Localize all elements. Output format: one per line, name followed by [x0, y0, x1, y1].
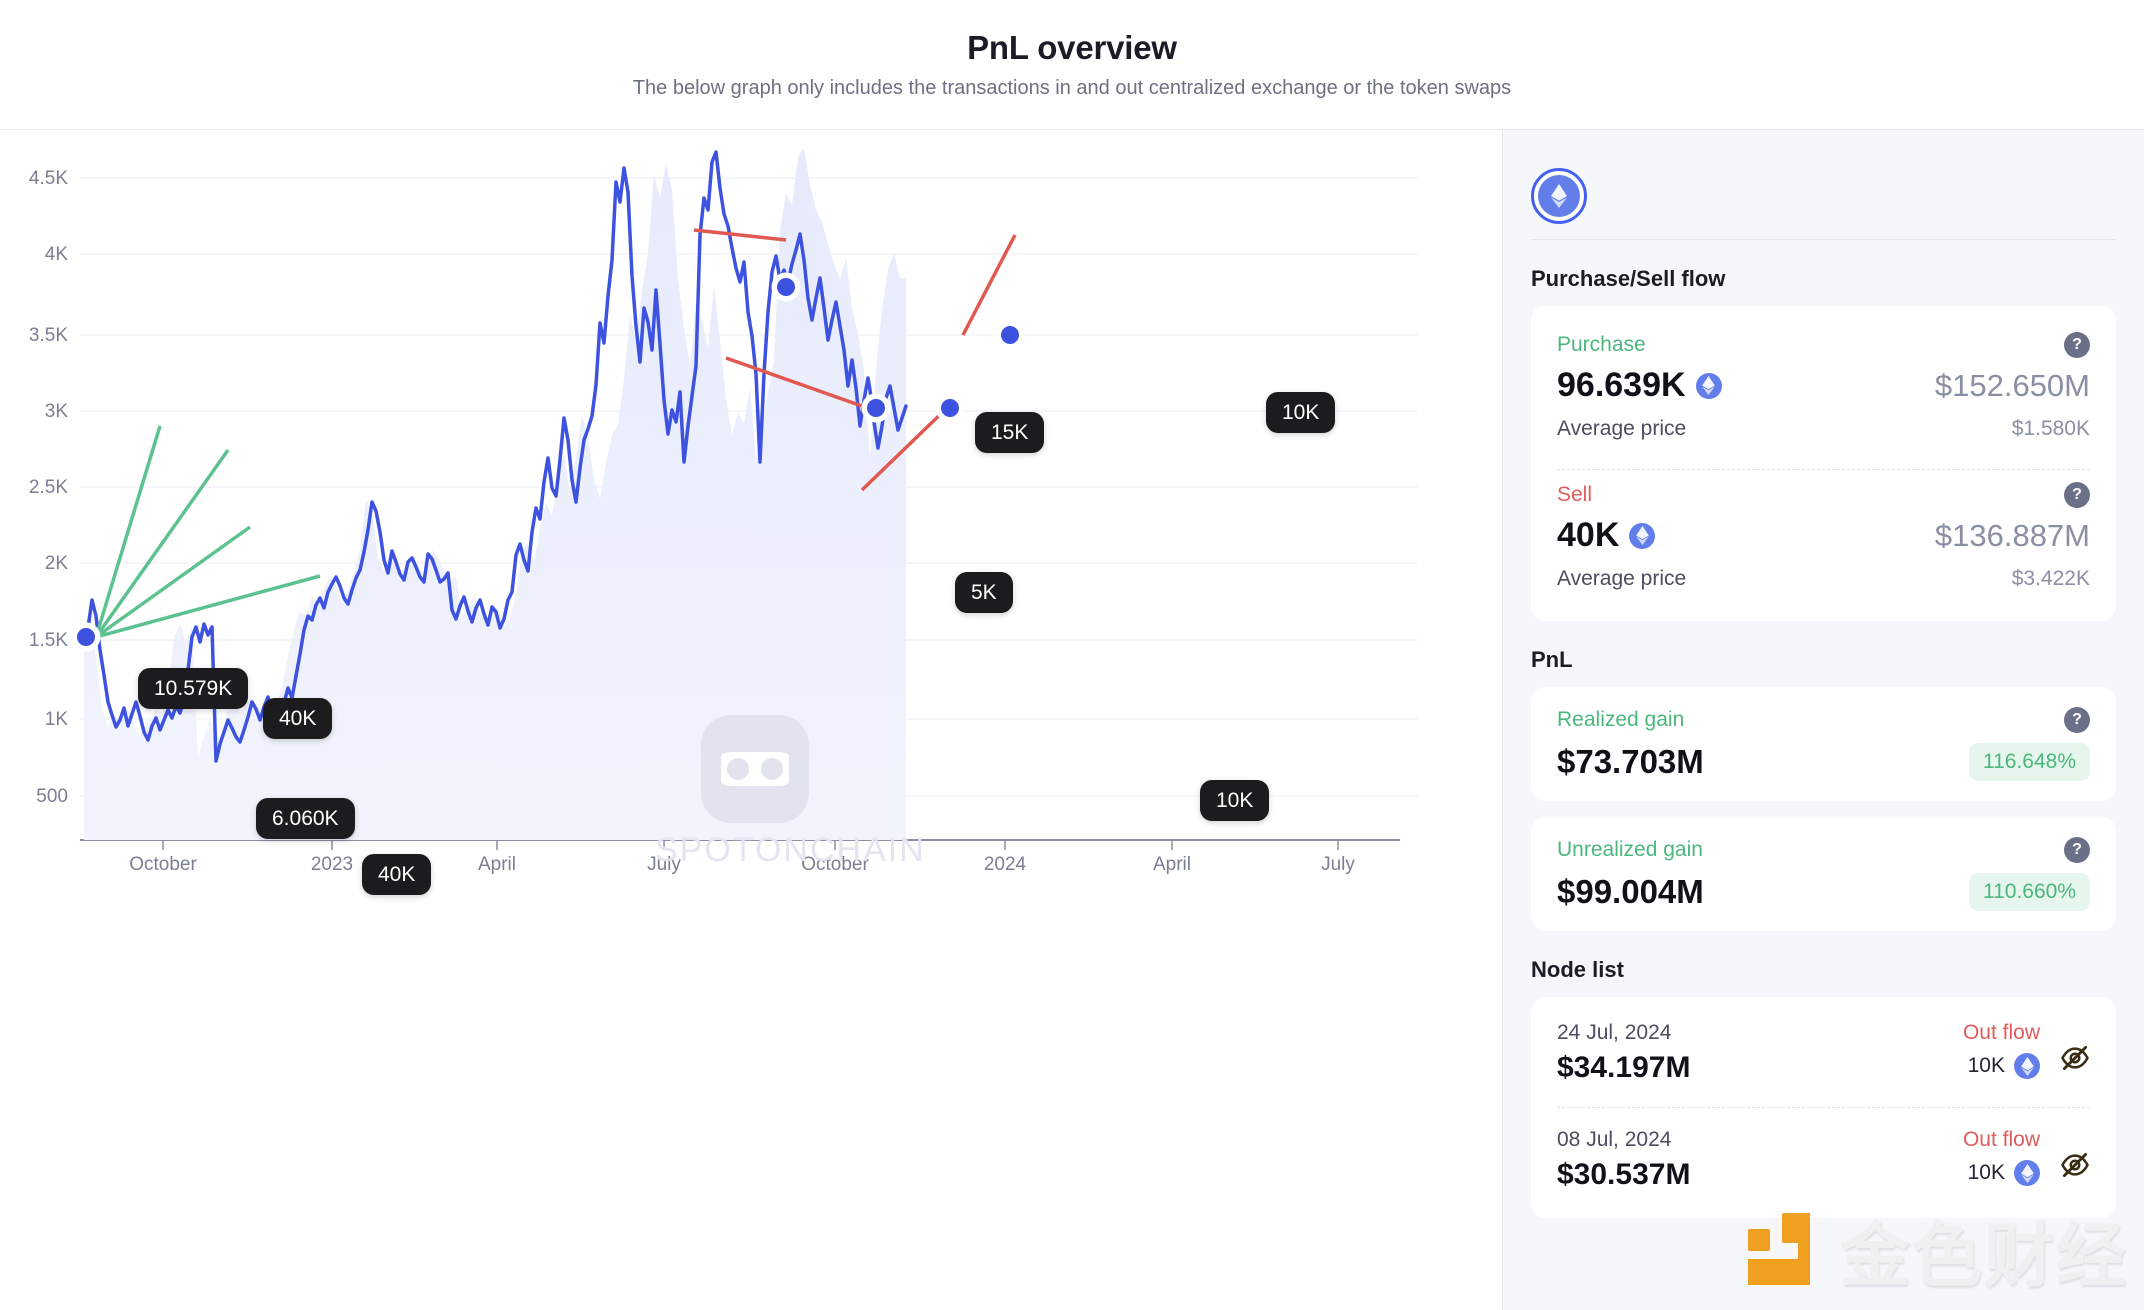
help-icon[interactable]: ? — [2064, 482, 2090, 508]
eth-glyph-icon — [1551, 183, 1567, 208]
purchase-sell-section-title: Purchase/Sell flow — [1531, 266, 1726, 291]
price-area-fill — [84, 148, 906, 840]
pnl-section-title: PnL — [1531, 647, 1573, 672]
purchase-block: Purchase ? 96.639K $152.650M Average pri… — [1557, 326, 2090, 451]
y-axis-labels: 4.5K 4K 3.5K 3K 2.5K 2K 1.5K 1K 500 — [29, 168, 68, 807]
svg-text:October: October — [129, 854, 197, 875]
svg-text:2024: 2024 — [984, 854, 1027, 875]
svg-text:4.5K: 4.5K — [29, 168, 68, 189]
help-icon[interactable]: ? — [2064, 707, 2090, 733]
svg-text:2K: 2K — [45, 553, 69, 574]
eye-off-icon[interactable] — [2060, 1150, 2090, 1180]
svg-text:1K: 1K — [45, 709, 69, 730]
outflow-annotation-1: 15K — [975, 412, 1045, 454]
ethereum-icon — [2014, 1053, 2040, 1079]
page-header: PnL overview The below graph only includ… — [0, 0, 2144, 130]
purchase-label: Purchase — [1557, 333, 1646, 356]
x-axis-ticks — [162, 840, 1339, 850]
purchase-avg-value: $1.580K — [2011, 417, 2090, 440]
svg-text:2.5K: 2.5K — [29, 477, 68, 498]
realized-gain-value: $73.703M — [1557, 743, 1704, 780]
ethereum-icon — [1695, 372, 1722, 399]
sell-avg-value: $3.422K — [2011, 567, 2090, 590]
inflow-annotation-1: 10.579K — [138, 668, 249, 710]
sell-label: Sell — [1557, 483, 1593, 506]
node-amount: $30.537M — [1557, 1158, 1691, 1191]
chart-panel: 4.5K 4K 3.5K 3K 2.5K 2K 1.5K 1K 500 Octo… — [0, 130, 1502, 1310]
sell-block: Sell ? 40K $136.887M Average price $3.42… — [1557, 476, 2090, 601]
unrealized-gain-label: Unrealized gain — [1557, 838, 1703, 861]
unrealized-gain-badge: 110.660% — [1968, 873, 2090, 911]
realized-gain-card: Realized gain ? $73.703M 116.648% — [1531, 687, 2116, 801]
inflow-connector-lines — [94, 425, 321, 639]
node-flow-type: Out flow — [1962, 1021, 2040, 1044]
realized-gain-badge: 116.648% — [1968, 743, 2090, 781]
svg-text:July: July — [647, 854, 681, 875]
svg-text:2023: 2023 — [311, 854, 353, 875]
node-quantity: 10K — [1967, 1161, 2005, 1184]
price-chart[interactable]: 4.5K 4K 3.5K 3K 2.5K 2K 1.5K 1K 500 Octo… — [0, 130, 1502, 1190]
eye-off-icon[interactable] — [2060, 1043, 2090, 1073]
svg-text:4K: 4K — [45, 244, 69, 265]
node-date: 24 Jul, 2024 — [1557, 1021, 1672, 1044]
inflow-annotation-3: 6.060K — [256, 798, 355, 840]
x-axis-labels: October 2023 April July October 2024 Apr… — [129, 854, 1355, 875]
details-sidebar: Purchase/Sell flow Purchase ? 96.639K $1… — [1502, 130, 2144, 1310]
eth-glyph-icon — [1636, 526, 1649, 545]
node-list-card: 24 Jul, 2024 $34.197M Out flow 10K 08 Ju… — [1531, 997, 2116, 1218]
pnl-overview-page: PnL overview The below graph only includ… — [0, 0, 2144, 1310]
ethereum-icon — [1629, 522, 1656, 549]
svg-text:July: July — [1321, 854, 1355, 875]
purchase-usd: $152.650M — [1934, 367, 2090, 403]
svg-text:3K: 3K — [45, 401, 69, 422]
eth-glyph-icon — [2020, 1163, 2034, 1183]
svg-text:500: 500 — [36, 786, 68, 807]
unrealized-gain-value: $99.004M — [1557, 873, 1704, 910]
purchase-amount: 96.639K — [1557, 366, 1686, 404]
outflow-annotation-4: 10K — [1200, 780, 1270, 822]
svg-text:April: April — [1153, 854, 1191, 875]
inflow-annotation-2: 40K — [263, 698, 333, 740]
outflow-annotation-2: 5K — [955, 572, 1013, 614]
unrealized-gain-card: Unrealized gain ? $99.004M 110.660% — [1531, 817, 2116, 931]
sell-usd: $136.887M — [1934, 517, 2090, 553]
sell-avg-label: Average price — [1557, 567, 1687, 590]
node-amount: $34.197M — [1557, 1051, 1691, 1084]
inflow-annotation-4: 40K — [362, 854, 432, 896]
eth-glyph-icon — [1702, 376, 1715, 395]
divider — [1557, 469, 2090, 470]
eth-glyph-icon — [2020, 1056, 2034, 1076]
ethereum-icon — [2014, 1160, 2040, 1186]
page-subtitle: The below graph only includes the transa… — [632, 77, 1512, 99]
ethereum-icon[interactable] — [1531, 167, 1587, 224]
page-title: PnL overview — [967, 29, 1177, 66]
node-list-item[interactable]: 08 Jul, 2024 $30.537M Out flow 10K — [1557, 1107, 2090, 1214]
realized-gain-label: Realized gain — [1557, 708, 1685, 731]
help-icon[interactable]: ? — [2064, 332, 2090, 358]
svg-text:October: October — [801, 854, 869, 875]
purchase-avg-label: Average price — [1557, 417, 1687, 440]
token-header — [1531, 152, 2116, 240]
help-icon[interactable]: ? — [2064, 837, 2090, 863]
node-flow-type: Out flow — [1962, 1128, 2040, 1151]
purchase-sell-card: Purchase ? 96.639K $152.650M Average pri… — [1531, 306, 2116, 621]
node-quantity: 10K — [1967, 1054, 2005, 1077]
outflow-annotation-3: 10K — [1266, 392, 1336, 434]
svg-text:1.5K: 1.5K — [29, 630, 68, 651]
svg-text:April: April — [478, 854, 516, 875]
node-date: 08 Jul, 2024 — [1557, 1128, 1672, 1151]
sell-amount: 40K — [1557, 516, 1620, 554]
node-list-section-title: Node list — [1531, 957, 1624, 982]
node-list-item[interactable]: 24 Jul, 2024 $34.197M Out flow 10K — [1557, 1001, 2090, 1107]
chart-canvas[interactable]: 4.5K 4K 3.5K 3K 2.5K 2K 1.5K 1K 500 Octo… — [0, 130, 1502, 1190]
svg-text:3.5K: 3.5K — [29, 325, 68, 346]
